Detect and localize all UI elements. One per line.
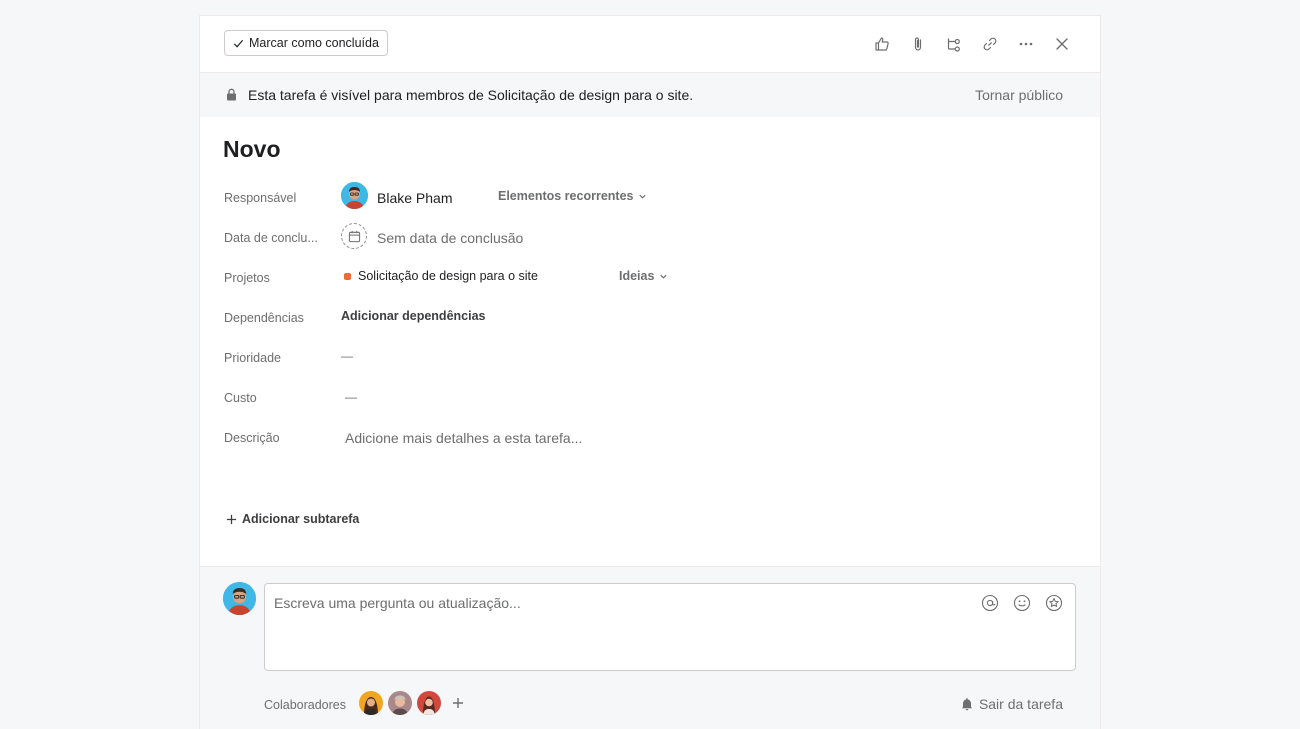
comment-input[interactable]: Escreva uma pergunta ou atualização... [264, 583, 1076, 671]
subtask-icon [947, 38, 960, 52]
project-name[interactable]: Solicitação de design para o site [358, 269, 538, 283]
recurring-dropdown[interactable]: Elementos recorrentes [498, 189, 647, 203]
link-icon [983, 37, 997, 51]
more-actions-button[interactable] [1016, 34, 1036, 54]
add-subtask-button[interactable]: Adicionar subtarefa [226, 512, 359, 526]
emoji-button[interactable] [1013, 594, 1031, 612]
chevron-down-icon [639, 194, 647, 199]
person-avatar-icon [223, 582, 256, 615]
attachment-icon [914, 37, 922, 51]
close-icon [1056, 38, 1068, 50]
bell-icon [961, 698, 973, 711]
copy-link-button[interactable] [980, 34, 1000, 54]
assignee-avatar[interactable] [341, 182, 368, 209]
close-button[interactable] [1052, 34, 1072, 54]
task-detail-panel: Marcar como concluída Esta tarefa é visí… [200, 16, 1100, 729]
privacy-message: Esta tarefa é visível para membros de So… [248, 87, 694, 103]
collaborator-avatar[interactable] [388, 691, 412, 715]
emoji-icon [1013, 594, 1031, 612]
assignee-name[interactable]: Blake Pham [377, 190, 452, 206]
appreciation-button[interactable] [1045, 594, 1063, 612]
task-title[interactable]: Novo [223, 136, 281, 163]
more-icon [1019, 42, 1033, 46]
person-avatar-icon [359, 691, 383, 715]
collaborator-avatar[interactable] [359, 691, 383, 715]
priority-label: Prioridade [224, 351, 281, 365]
person-avatar-icon [388, 691, 412, 715]
project-color-dot [344, 273, 351, 280]
like-button[interactable] [872, 34, 892, 54]
due-date-value[interactable]: Sem data de conclusão [377, 230, 523, 246]
chevron-down-icon [660, 274, 668, 279]
collaborators-label: Colaboradores [264, 698, 346, 712]
collaborator-avatar[interactable] [417, 691, 441, 715]
cost-label: Custo [224, 391, 257, 405]
due-date-picker[interactable] [341, 223, 367, 249]
comment-section: Escreva uma pergunta ou atualização... C… [200, 566, 1100, 729]
due-date-label: Data de conclu... [224, 231, 318, 245]
mention-button[interactable] [981, 594, 999, 612]
privacy-banner: Esta tarefa é visível para membros de So… [200, 73, 1100, 117]
dependencies-label: Dependências [224, 311, 304, 325]
recurring-label: Elementos recorrentes [498, 189, 634, 203]
add-collaborator-icon[interactable] [452, 697, 464, 709]
description-input[interactable]: Adicione mais detalhes a esta tarefa... [345, 430, 582, 446]
section-dropdown[interactable]: Ideias [619, 269, 668, 283]
make-public-button[interactable]: Tornar público [975, 87, 1063, 103]
projects-label: Projetos [224, 271, 270, 285]
like-icon [875, 37, 889, 51]
subtask-button[interactable] [944, 34, 964, 54]
person-avatar-icon [341, 182, 368, 209]
task-toolbar: Marcar como concluída [200, 16, 1100, 73]
attachment-button[interactable] [908, 34, 928, 54]
leave-task-label: Sair da tarefa [978, 696, 1063, 712]
comment-placeholder: Escreva uma pergunta ou atualização... [274, 595, 521, 611]
lock-icon [227, 88, 236, 101]
current-user-avatar [223, 582, 256, 615]
cost-value[interactable]: — [345, 390, 357, 404]
priority-value[interactable]: — [341, 349, 353, 363]
assignee-label: Responsável [224, 191, 297, 205]
at-mention-icon [981, 594, 999, 612]
plus-icon [226, 514, 237, 524]
add-dependencies-button[interactable]: Adicionar dependências [341, 309, 485, 323]
mark-complete-label: Marcar como concluída [249, 36, 379, 50]
person-avatar-icon [417, 691, 441, 715]
calendar-icon [348, 230, 360, 242]
add-subtask-label: Adicionar subtarefa [242, 512, 360, 526]
mark-complete-button[interactable]: Marcar como concluída [224, 30, 388, 56]
leave-task-button[interactable]: Sair da tarefa [960, 696, 1063, 712]
section-name: Ideias [619, 269, 655, 283]
check-icon [233, 39, 244, 48]
description-label: Descrição [224, 431, 280, 445]
star-icon [1045, 594, 1063, 612]
